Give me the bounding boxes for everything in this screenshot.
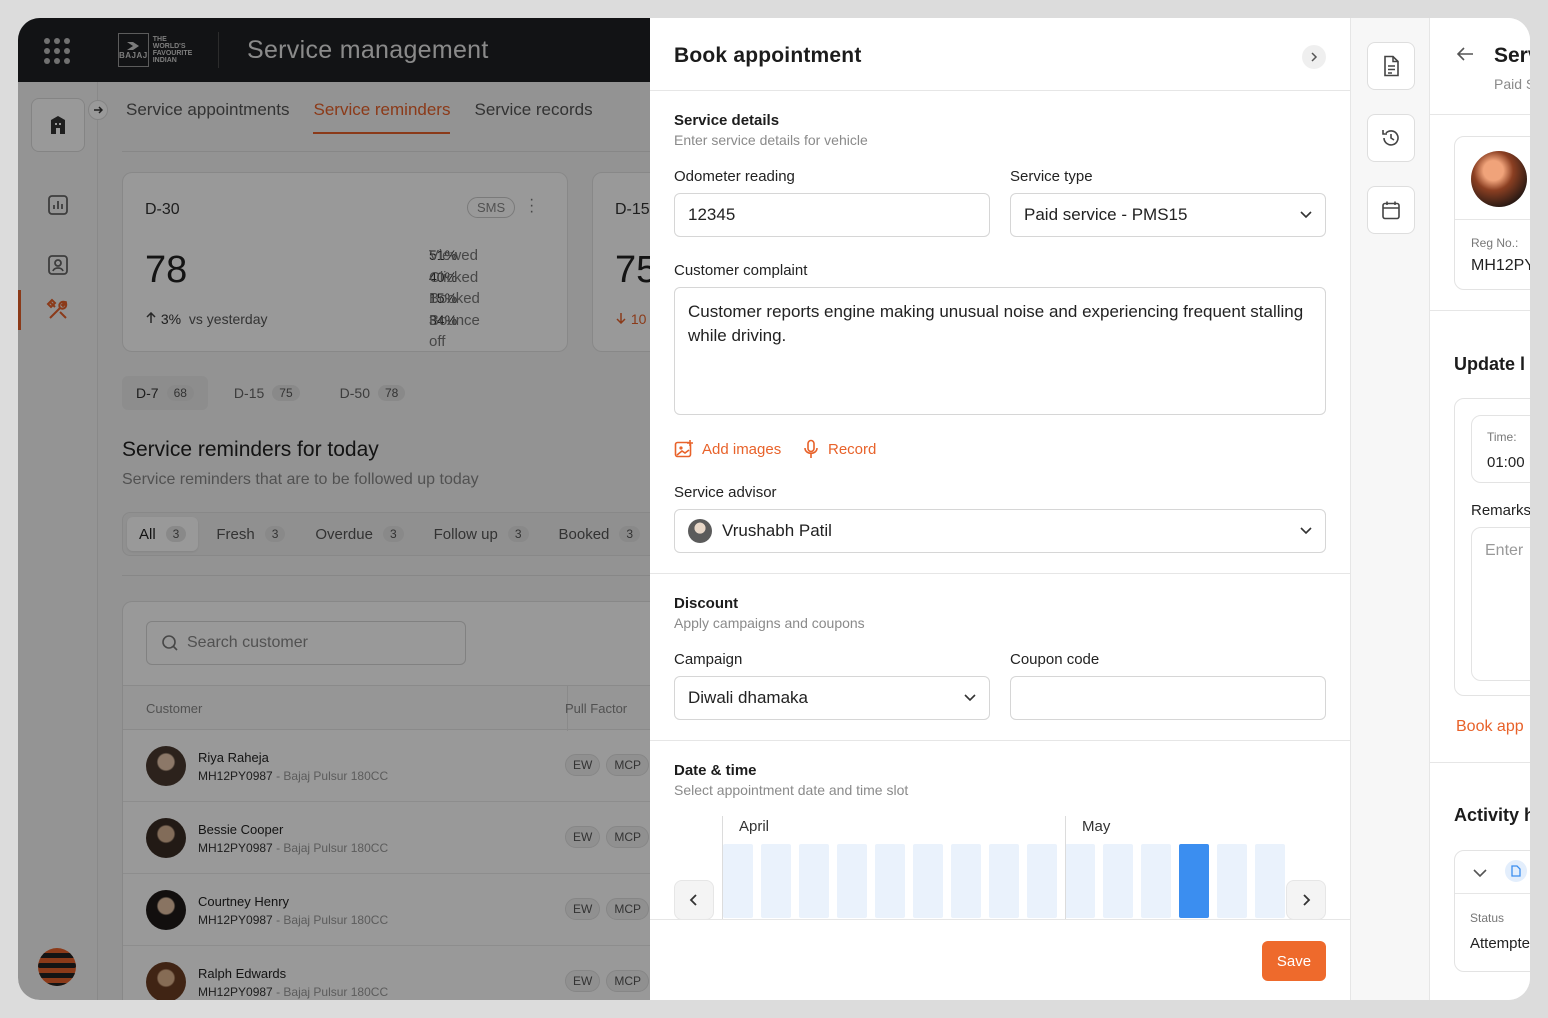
- date-slot[interactable]: [1065, 844, 1095, 918]
- history-button[interactable]: [1367, 114, 1415, 162]
- date-slot[interactable]: [1141, 844, 1171, 918]
- panel-header: Book appointment: [650, 18, 1350, 91]
- campaign-label: Campaign: [674, 651, 743, 668]
- detail-subtitle: Paid S: [1494, 76, 1530, 92]
- remarks-textarea[interactable]: Enter: [1471, 527, 1530, 681]
- reg-value: MH12PY: [1471, 257, 1530, 274]
- customer-photo: [1471, 151, 1527, 207]
- update-card: Time: 01:00 P Remarks Enter: [1454, 398, 1530, 696]
- microphone-icon: [804, 439, 818, 458]
- calendar-button[interactable]: [1367, 186, 1415, 234]
- coupon-field[interactable]: [1010, 676, 1326, 720]
- month-label-may: May: [1082, 818, 1111, 835]
- prev-dates-button[interactable]: [674, 880, 714, 920]
- date-slot-picker: April May: [674, 816, 1326, 936]
- date-slot[interactable]: [1255, 844, 1285, 918]
- back-button[interactable]: [1456, 46, 1474, 67]
- service-details-subtitle: Enter service details for vehicle: [674, 132, 868, 148]
- reg-label: Reg No.:: [1471, 236, 1519, 250]
- odometer-field[interactable]: 12345: [674, 193, 990, 237]
- date-slot-selected[interactable]: [1179, 844, 1209, 918]
- advisor-label: Service advisor: [674, 484, 777, 501]
- date-slot[interactable]: [989, 844, 1019, 918]
- date-slot[interactable]: [1103, 844, 1133, 918]
- customer-card: Reg No.: MH12PY: [1454, 136, 1530, 290]
- save-button[interactable]: Save: [1262, 941, 1326, 981]
- activity-card: Status Attempte: [1454, 850, 1530, 972]
- datetime-title: Date & time: [674, 762, 757, 779]
- section-divider: [650, 740, 1350, 741]
- date-slot[interactable]: [875, 844, 905, 918]
- date-slot[interactable]: [951, 844, 981, 918]
- chevron-right-icon: [1311, 52, 1318, 62]
- time-field[interactable]: Time: 01:00 P: [1471, 415, 1530, 483]
- discount-subtitle: Apply campaigns and coupons: [674, 615, 865, 631]
- service-type-label: Service type: [1010, 168, 1093, 185]
- panel-footer: Save: [650, 919, 1350, 1000]
- chevron-down-icon: [1300, 211, 1312, 219]
- coupon-label: Coupon code: [1010, 651, 1100, 668]
- document-icon: [1384, 55, 1399, 77]
- chevron-right-icon: [1303, 894, 1311, 906]
- panel-title: Book appointment: [674, 44, 862, 67]
- chevron-down-icon: [964, 694, 976, 702]
- service-type-select[interactable]: Paid service - PMS15: [1010, 193, 1326, 237]
- date-slot[interactable]: [837, 844, 867, 918]
- discount-title: Discount: [674, 595, 739, 612]
- odometer-label: Odometer reading: [674, 168, 795, 185]
- status-label: Status: [1470, 911, 1505, 925]
- side-actions-rail: [1350, 18, 1430, 1000]
- date-slot[interactable]: [913, 844, 943, 918]
- app-window: BAJAJ The World's Favourite Indian Servi…: [18, 18, 1530, 1000]
- service-detail-panel: Serv Paid S Reg No.: MH12PY Update l Tim…: [1430, 18, 1530, 1000]
- add-images-button[interactable]: Add images: [674, 439, 781, 459]
- next-dates-button[interactable]: [1286, 880, 1326, 920]
- date-slot[interactable]: [1217, 844, 1247, 918]
- chevron-down-icon: [1300, 527, 1312, 535]
- date-slot[interactable]: [761, 844, 791, 918]
- service-details-title: Service details: [674, 112, 780, 129]
- document-button[interactable]: [1367, 42, 1415, 90]
- modal-backdrop[interactable]: [18, 18, 650, 1000]
- detail-title: Serv: [1494, 44, 1530, 67]
- date-slot[interactable]: [1027, 844, 1057, 918]
- remarks-label: Remarks: [1471, 502, 1530, 519]
- collapse-panel-button[interactable]: [1302, 45, 1326, 69]
- activity-title: Activity h: [1454, 805, 1530, 825]
- complaint-textarea[interactable]: Customer reports engine making unusual n…: [674, 287, 1326, 415]
- date-slot[interactable]: [723, 844, 753, 918]
- section-divider: [650, 573, 1350, 574]
- history-icon: [1382, 130, 1399, 146]
- arrow-left-icon: [1456, 47, 1473, 61]
- month-label-april: April: [739, 818, 770, 835]
- status-value: Attempte: [1470, 935, 1530, 952]
- calendar-icon: [1382, 201, 1400, 220]
- advisor-avatar: [688, 519, 712, 543]
- update-title: Update l: [1454, 354, 1526, 374]
- book-appointment-link[interactable]: Book app: [1456, 718, 1524, 736]
- chevron-down-icon[interactable]: [1473, 865, 1487, 883]
- campaign-select[interactable]: Diwali dhamaka: [674, 676, 990, 720]
- complaint-label: Customer complaint: [674, 262, 808, 279]
- add-image-icon: [674, 440, 693, 458]
- book-appointment-panel: Book appointment Service details Enter s…: [650, 18, 1350, 1000]
- date-slot[interactable]: [799, 844, 829, 918]
- record-button[interactable]: Record: [802, 439, 876, 459]
- advisor-select[interactable]: Vrushabh Patil: [674, 509, 1326, 553]
- document-icon: [1505, 860, 1527, 882]
- chevron-left-icon: [689, 894, 697, 906]
- datetime-subtitle: Select appointment date and time slot: [674, 782, 909, 798]
